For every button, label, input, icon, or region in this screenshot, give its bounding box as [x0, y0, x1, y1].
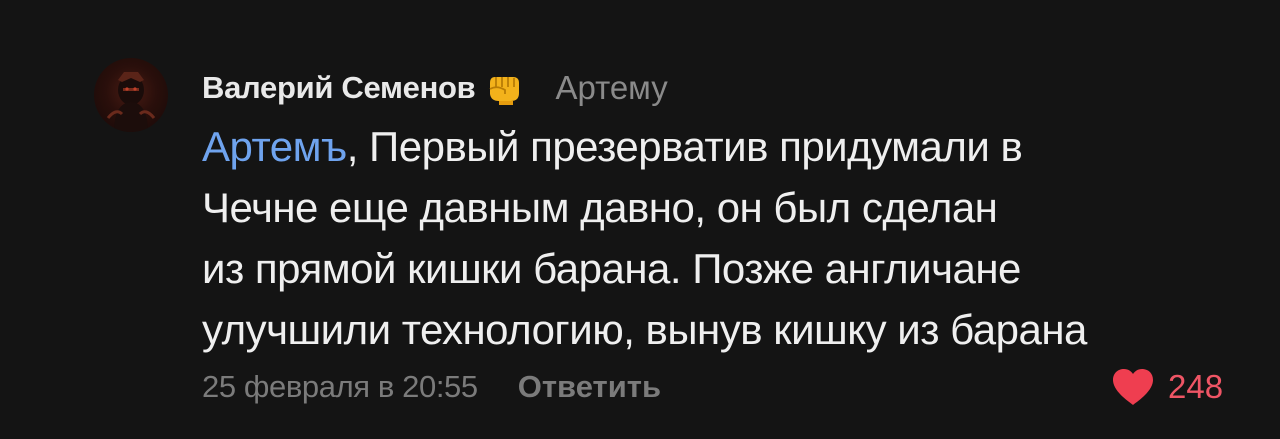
avatar[interactable]	[94, 58, 168, 132]
comment-line-3: из прямой кишки барана. Позже англичане	[202, 245, 1021, 292]
comment-line-1-text: , Первый презерватив придумали в	[346, 123, 1023, 170]
mention-link[interactable]: Артемъ	[202, 123, 347, 170]
comment: Валерий Семенов Артему Артемъ, Первый пр…	[0, 0, 1280, 439]
like-button[interactable]: 248	[1110, 364, 1223, 410]
comment-text: Артемъ, Первый презерватив придумали в Ч…	[202, 116, 1252, 360]
comment-date: 25 февраля в 20:55	[202, 369, 478, 404]
like-count: 248	[1168, 368, 1224, 405]
author-name[interactable]: Валерий Семенов	[202, 70, 476, 106]
comment-footer: 25 февраля в 20:55 Ответить	[202, 364, 661, 410]
comment-line-1: Артемъ, Первый презерватив придумали в	[202, 116, 1252, 177]
reply-button[interactable]: Ответить	[518, 369, 661, 405]
comment-line-4: улучшили технологию, вынув кишку из бара…	[202, 306, 1087, 353]
comment-header: Валерий Семенов Артему	[202, 64, 668, 112]
reply-to-name[interactable]: Артему	[555, 69, 667, 107]
heart-icon	[1110, 367, 1156, 407]
comment-line-2: Чечне еще давным давно, он был сделан	[202, 184, 998, 231]
fist-icon	[485, 71, 523, 105]
